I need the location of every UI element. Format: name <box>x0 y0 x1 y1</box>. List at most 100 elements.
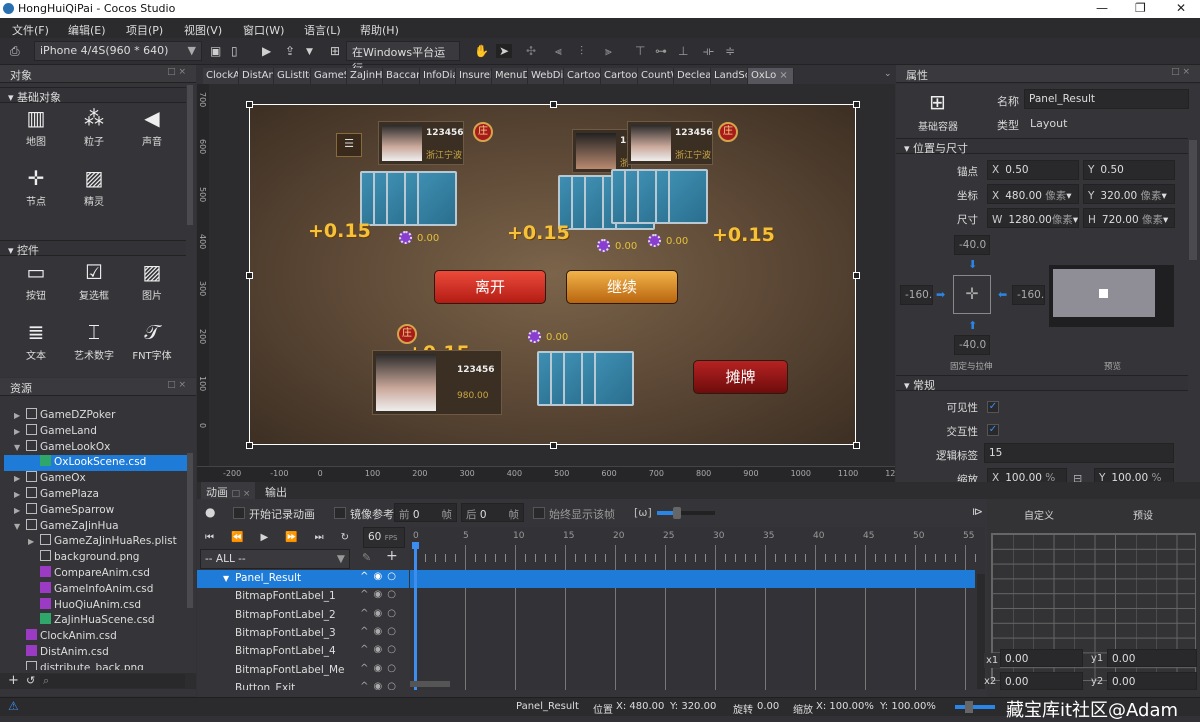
y1-input[interactable]: 0.00 <box>1107 649 1197 667</box>
panel-float-close-icon[interactable]: □ × <box>167 380 186 390</box>
resource-tree-item[interactable]: ▶ GameOx <box>4 471 189 487</box>
x2-input[interactable]: 0.00 <box>1000 672 1083 690</box>
x1-input[interactable]: 0.00 <box>1000 649 1083 667</box>
unit-select[interactable]: 像素 <box>1142 214 1163 226</box>
document-tab[interactable]: DistAni <box>239 68 274 84</box>
resource-tree-item[interactable]: DistAnim.csd <box>4 645 189 661</box>
add-resource-icon[interactable]: + <box>8 673 19 688</box>
show-cards-button[interactable]: 摊牌 <box>693 360 788 394</box>
object-item-text[interactable]: ≣ 文本 <box>8 317 64 362</box>
tab-animation[interactable]: 动画 □ × <box>201 482 256 499</box>
timeline[interactable]: 0 5 10 15 20 25 30 35 40 45 50 55 <box>410 527 985 690</box>
pin-top-icon[interactable]: ⬇ <box>968 258 977 271</box>
document-tab[interactable]: LandSc <box>711 68 748 84</box>
menu-help[interactable]: 帮助(H) <box>360 22 399 38</box>
center-icon[interactable]: ✣ <box>526 44 536 58</box>
resize-handle[interactable] <box>549 101 557 108</box>
record-circle-icon[interactable]: ○ <box>387 681 401 690</box>
continue-button[interactable]: 继续 <box>566 270 678 304</box>
document-tab[interactable]: InfoDial <box>420 68 456 84</box>
leave-button[interactable]: 离开 <box>434 270 546 304</box>
edit-icon[interactable]: ✎ <box>362 551 371 564</box>
lock-toggle-icon[interactable]: ^ <box>360 626 373 637</box>
minimize-button[interactable]: — <box>1096 1 1108 15</box>
margin-right-input[interactable]: -160.0 <box>1012 285 1045 305</box>
interactive-checkbox[interactable]: ✓ <box>987 424 999 436</box>
pin-right-icon[interactable]: ⬅ <box>998 288 1007 301</box>
record-circle-icon[interactable]: ○ <box>387 626 401 637</box>
object-item-atlas-number[interactable]: ⌶ 艺术数字 <box>66 317 122 362</box>
portrait-icon[interactable]: ▯ <box>231 44 238 58</box>
collapse-arrow-icon[interactable]: ▼ <box>14 522 26 531</box>
resource-tree-item[interactable]: CompareAnim.csd <box>4 566 189 582</box>
document-tab[interactable]: Cartoon <box>601 68 638 84</box>
lock-toggle-icon[interactable]: ^ <box>360 589 373 600</box>
device-select[interactable]: iPhone 4/4S(960 * 640) ▼ <box>34 41 202 61</box>
y2-input[interactable]: 0.00 <box>1107 672 1197 690</box>
document-tab[interactable]: CountW <box>638 68 674 84</box>
landscape-icon[interactable]: ▣ <box>210 44 221 58</box>
align-top-icon[interactable]: ⊤ <box>635 44 645 58</box>
align-hcenter-icon[interactable]: ⫶ <box>580 44 583 59</box>
resource-tree-item[interactable]: ClockAnim.csd <box>4 629 189 645</box>
document-tab[interactable]: WebDia <box>528 68 564 84</box>
visibility-eye-icon[interactable]: ◉ <box>374 608 388 619</box>
resize-handle[interactable] <box>549 442 557 449</box>
margin-left-input[interactable]: -160.0 <box>900 285 933 305</box>
object-item-map[interactable]: ▥ 地图 <box>8 103 64 148</box>
size-w-input[interactable]: W 1280.00像素▾ <box>987 208 1079 228</box>
visibility-eye-icon[interactable]: ◉ <box>374 663 388 674</box>
tab-preset-curve[interactable]: 预设 <box>1133 507 1153 522</box>
timeline-zoom-slider[interactable] <box>657 507 715 519</box>
panel-result[interactable]: ☰ 123456浙江宁波 庄 123456浙江宁波 123456浙江宁波 庄 +… <box>249 104 856 445</box>
document-tab[interactable]: ZaJinHu <box>347 68 383 84</box>
visible-checkbox[interactable]: ✓ <box>987 401 999 413</box>
fps-input[interactable]: 60 FPS <box>363 527 405 548</box>
resource-tree-item[interactable]: GameInfoAnim.csd <box>4 581 189 598</box>
play-icon[interactable]: ▶ <box>260 532 285 543</box>
menu-file[interactable]: 文件(F) <box>12 22 49 38</box>
resource-tree-item[interactable]: ▶ GameDZPoker <box>4 408 189 424</box>
close-button[interactable]: ✕ <box>1176 1 1186 15</box>
anchor-x-input[interactable]: X 0.50 <box>987 160 1079 180</box>
resource-search-input[interactable]: ⌕ <box>40 674 185 688</box>
animation-node-row[interactable]: Button_Exit ^◉○ <box>197 680 409 690</box>
object-item-checkbox[interactable]: ☑ 复选框 <box>66 257 122 302</box>
expand-arrow-icon[interactable]: ▶ <box>14 427 26 436</box>
resource-tree-item[interactable]: ▶ GameLand <box>4 423 189 440</box>
lock-toggle-icon[interactable]: ^ <box>360 644 373 655</box>
expand-arrow-icon[interactable]: ▶ <box>14 411 26 420</box>
position-y-input[interactable]: Y 320.00 像素▾ <box>1083 184 1175 204</box>
document-tab[interactable]: Declear <box>674 68 711 84</box>
resource-tree-item[interactable]: OxLookScene.csd <box>4 455 189 472</box>
slider-knob[interactable] <box>673 507 682 519</box>
playhead-handle[interactable] <box>412 542 419 549</box>
publish-icon[interactable]: ⇪ <box>285 44 295 58</box>
object-item-particle[interactable]: ⁂ 粒子 <box>66 103 122 148</box>
go-end-icon[interactable]: ⏭ <box>315 532 341 543</box>
record-circle-icon[interactable]: ○ <box>387 644 401 655</box>
lock-toggle-icon[interactable]: ^ <box>360 681 373 690</box>
scene-canvas[interactable]: -200 -100 0 100 200 300 400 500 600 700 800 900 1000… <box>197 84 895 482</box>
menu-view[interactable]: 视图(V) <box>184 22 222 38</box>
resource-tree-item[interactable]: distribute_back.png <box>4 660 189 670</box>
add-node-icon[interactable]: + <box>386 548 398 564</box>
properties-scrollbar[interactable] <box>1189 140 1197 260</box>
section-controls[interactable]: ▾ 控件 <box>0 240 186 257</box>
stretch-widget[interactable]: ✛ <box>953 275 991 314</box>
record-checkbox[interactable] <box>233 507 245 519</box>
expand-arrow-icon[interactable]: ▶ <box>28 537 40 546</box>
prev-frame-icon[interactable]: ⏪ <box>231 532 260 543</box>
name-input[interactable]: Panel_Result <box>1024 89 1189 109</box>
object-item-speaker[interactable]: ◀ 声音 <box>124 103 180 148</box>
pin-left-icon[interactable]: ➡ <box>936 288 945 301</box>
distribute-v-icon[interactable]: ≑ <box>725 44 735 58</box>
lock-toggle-icon[interactable]: ^ <box>360 663 373 674</box>
object-item-node[interactable]: ✛ 节点 <box>8 163 64 208</box>
align-vcenter-icon[interactable]: ⊶ <box>655 44 667 58</box>
tag-input[interactable]: 15 <box>984 443 1174 463</box>
hand-tool-icon[interactable]: ✋ <box>474 44 489 58</box>
resize-handle[interactable] <box>246 101 253 108</box>
distribute-h-icon[interactable]: ⟛ <box>703 44 714 59</box>
document-tab[interactable]: OxLo × <box>748 68 794 84</box>
